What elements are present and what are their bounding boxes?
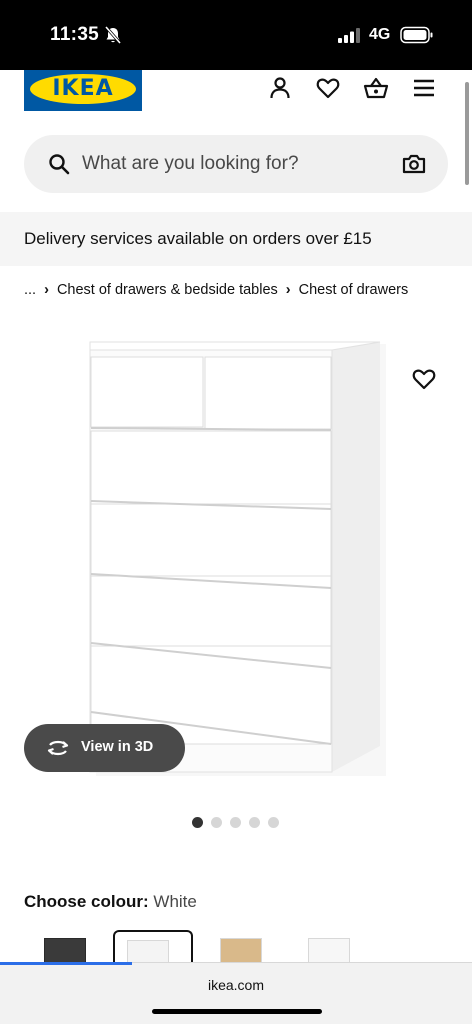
delivery-banner[interactable]: Delivery services available on orders ov… bbox=[0, 212, 472, 266]
breadcrumb-item-chest-of-drawers[interactable]: Chest of drawers bbox=[299, 282, 409, 298]
page-load-progress bbox=[0, 962, 132, 965]
gallery-dot[interactable] bbox=[230, 817, 241, 828]
account-icon[interactable] bbox=[267, 75, 293, 101]
breadcrumb: ... › Chest of drawers & bedside tables › Ch… bbox=[24, 282, 408, 298]
status-time: 11:35 bbox=[50, 24, 100, 45]
choose-colour-heading: Choose colour: White bbox=[24, 892, 197, 912]
ikea-logo[interactable]: IKEA bbox=[24, 70, 142, 111]
swatch-thumbnail bbox=[220, 938, 262, 964]
breadcrumb-ellipsis[interactable]: ... bbox=[24, 282, 36, 298]
gallery-dot[interactable] bbox=[192, 817, 203, 828]
colour-swatch-white-gloss[interactable] bbox=[296, 930, 376, 964]
gallery-dot[interactable] bbox=[211, 817, 222, 828]
swatch-thumbnail bbox=[308, 938, 350, 964]
wishlist-heart-icon[interactable] bbox=[315, 75, 341, 101]
search-icon[interactable] bbox=[47, 152, 71, 176]
add-to-wishlist-heart-icon[interactable] bbox=[411, 367, 437, 391]
logo-text: IKEA bbox=[52, 76, 114, 101]
signal-icon bbox=[338, 28, 360, 43]
colour-swatch-black-brown[interactable] bbox=[32, 930, 112, 964]
colour-label: Choose colour: bbox=[24, 892, 149, 911]
search-bar[interactable] bbox=[24, 135, 448, 193]
browser-domain[interactable]: ikea.com bbox=[0, 977, 472, 993]
banner-text: Delivery services available on orders ov… bbox=[24, 229, 372, 248]
menu-icon[interactable] bbox=[411, 75, 437, 101]
status-bar: 11:35 4G bbox=[0, 0, 472, 70]
view-in-3d-label: View in 3D bbox=[81, 739, 154, 755]
breadcrumb-item-chests-bedside[interactable]: Chest of drawers & bedside tables bbox=[57, 282, 278, 298]
search-input[interactable] bbox=[82, 135, 382, 193]
rotate-3d-icon bbox=[47, 740, 69, 756]
view-in-3d-button[interactable]: View in 3D bbox=[24, 724, 185, 772]
shopping-basket-icon[interactable] bbox=[363, 75, 389, 101]
camera-icon[interactable] bbox=[401, 151, 427, 177]
product-image-chest-of-drawers[interactable] bbox=[88, 338, 388, 778]
gallery-dot[interactable] bbox=[268, 817, 279, 828]
home-indicator[interactable] bbox=[152, 1009, 322, 1014]
swatch-thumbnail bbox=[127, 940, 169, 964]
breadcrumb-separator: › bbox=[285, 282, 291, 298]
battery-icon bbox=[400, 26, 433, 44]
colour-swatch-white[interactable] bbox=[113, 930, 193, 964]
network-label: 4G bbox=[369, 26, 391, 43]
swatch-thumbnail bbox=[44, 938, 86, 964]
page-scrollbar[interactable] bbox=[465, 82, 469, 185]
site-header: IKEA bbox=[0, 70, 472, 122]
browser-address-bar[interactable] bbox=[0, 962, 472, 1024]
bell-muted-icon bbox=[104, 26, 122, 44]
colour-swatch-oak[interactable] bbox=[208, 930, 288, 964]
breadcrumb-separator: › bbox=[44, 282, 49, 298]
gallery-dot[interactable] bbox=[249, 817, 260, 828]
colour-value: White bbox=[153, 892, 197, 911]
